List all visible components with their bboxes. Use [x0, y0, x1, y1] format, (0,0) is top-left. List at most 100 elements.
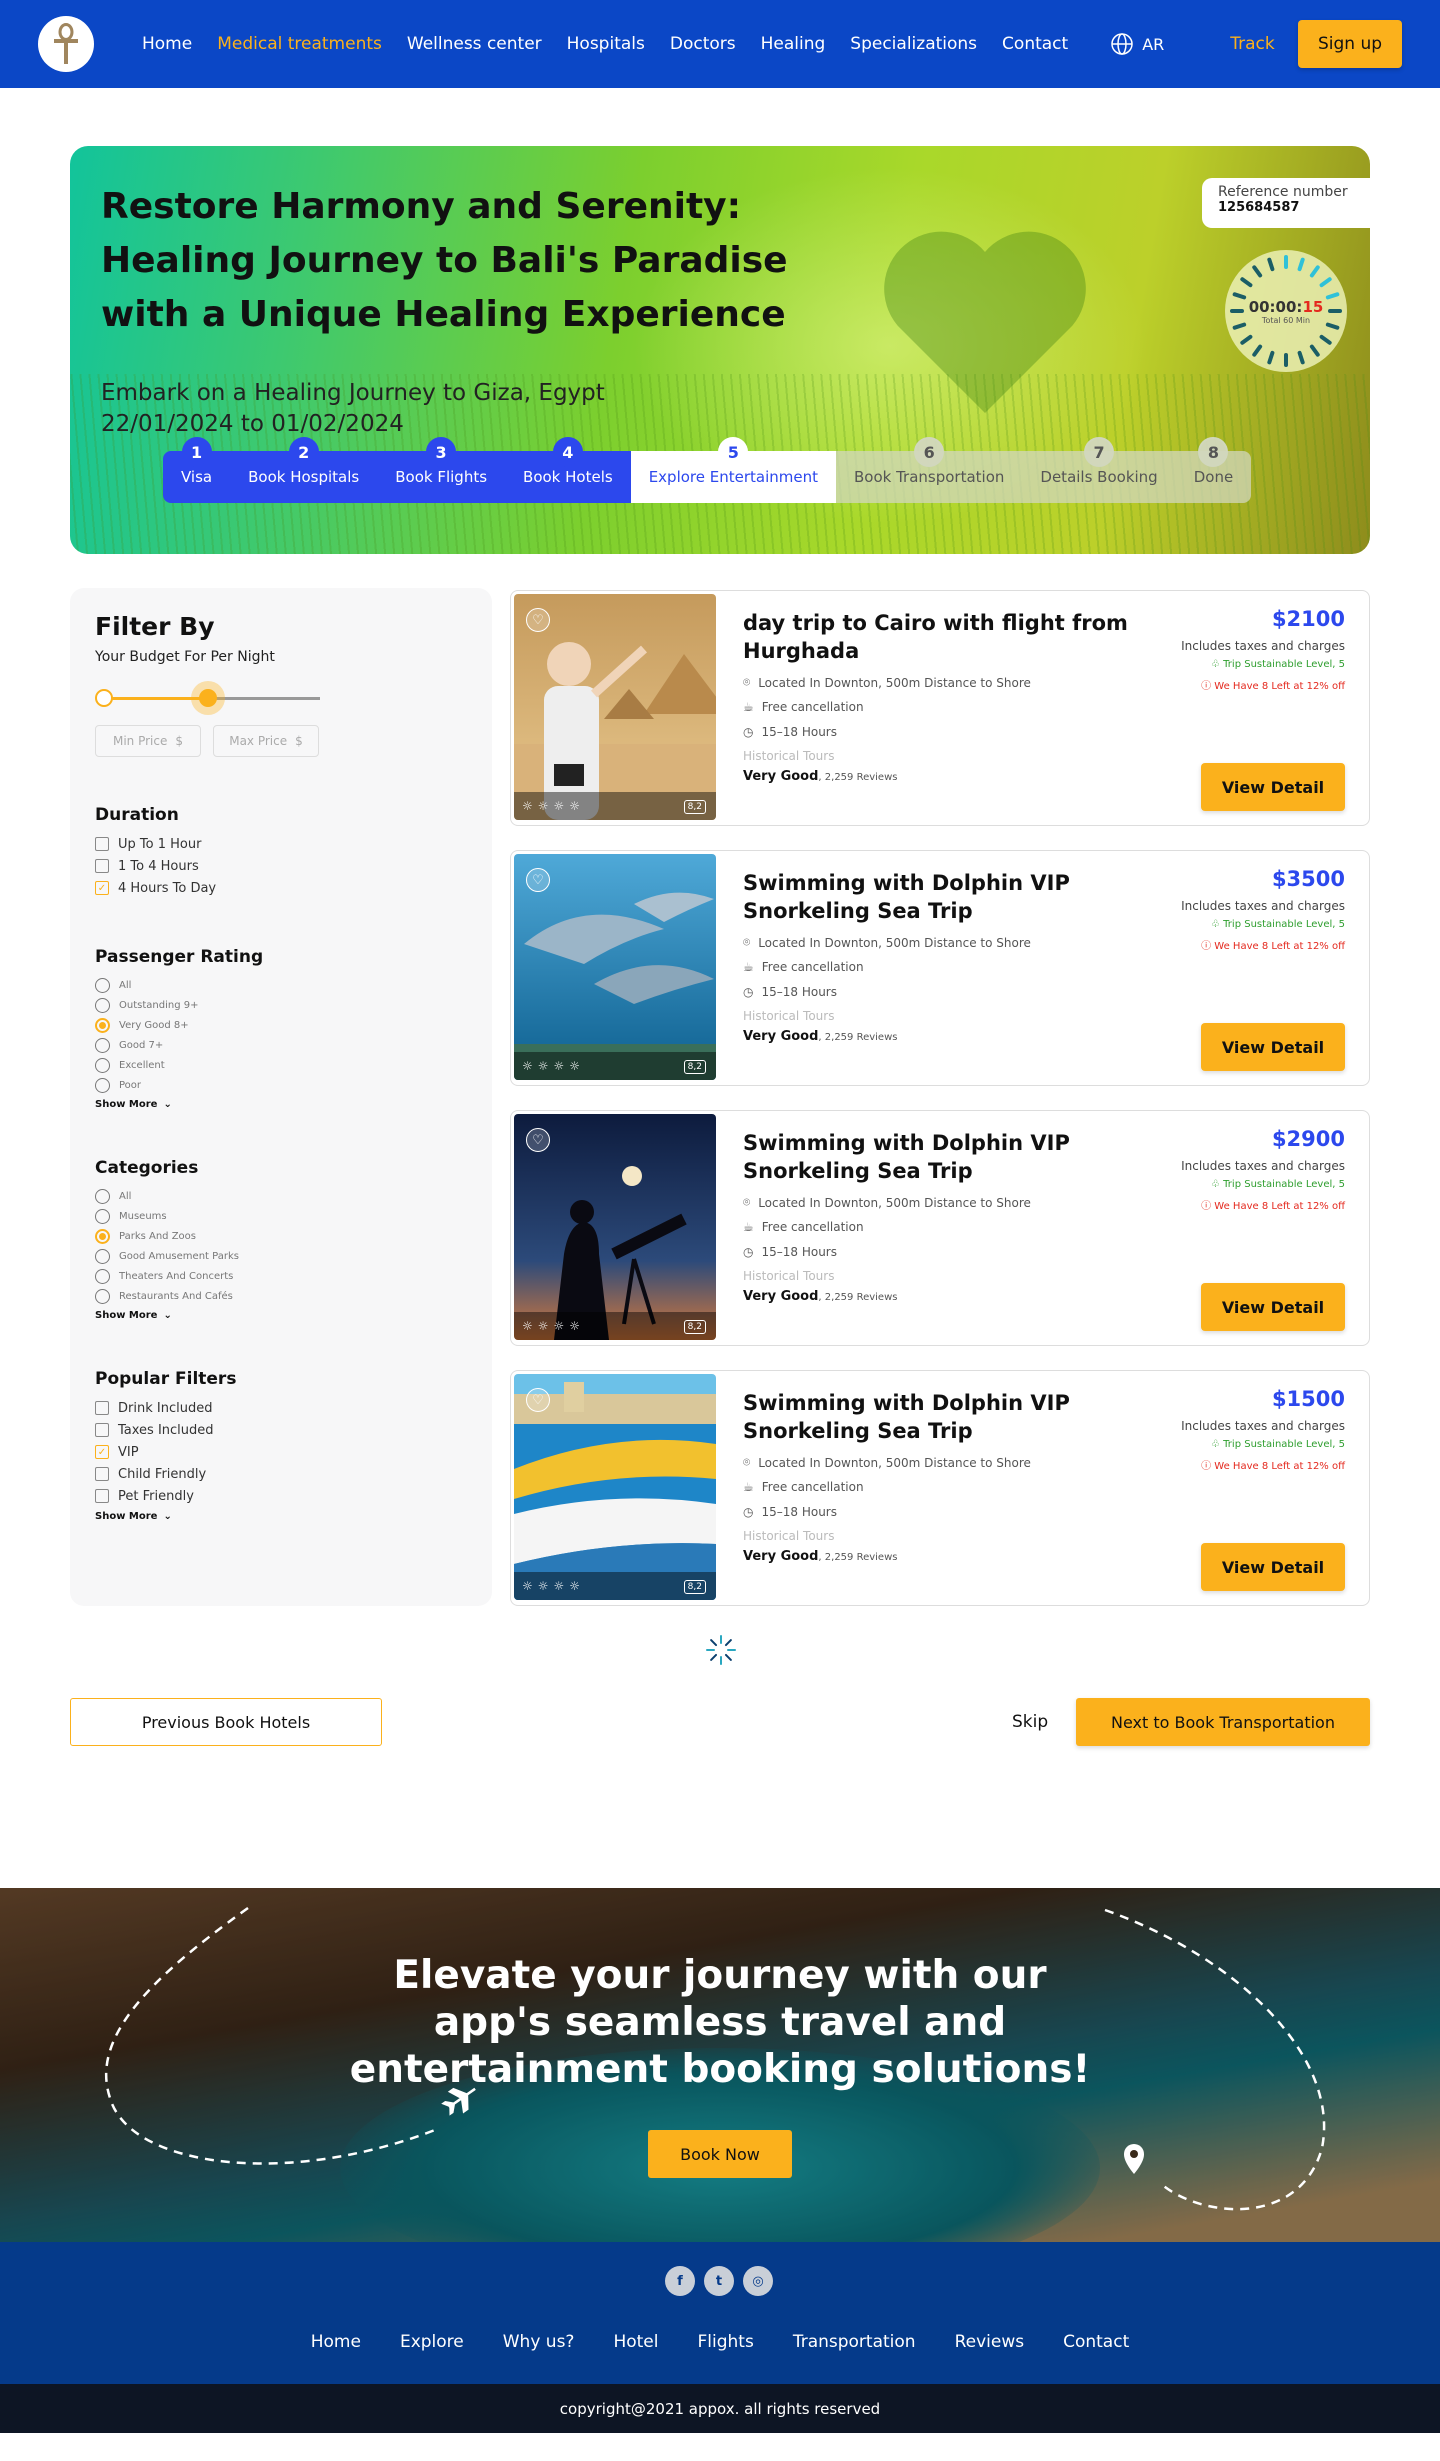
radio-button[interactable] [95, 977, 110, 993]
checkbox[interactable] [95, 837, 109, 851]
previous-step-button[interactable]: Previous Book Hotels [70, 1698, 382, 1746]
trip-image[interactable]: ♡ ☼ ☼ ☼ ☼ 8,2 [514, 854, 716, 1080]
filter-option-up-to-1-hour[interactable]: Up To 1 Hour [95, 833, 467, 855]
checkbox[interactable] [95, 859, 109, 873]
step-book-transportation[interactable]: 6 Book Transportation [835, 437, 1023, 503]
favorite-heart-icon[interactable]: ♡ [526, 1128, 550, 1152]
trip-card[interactable]: ♡ ☼ ☼ ☼ ☼ 8,2 day trip to Cairo with flight fr… [510, 590, 1370, 826]
trip-card[interactable]: ♡ ☼ ☼ ☼ ☼ 8,2 Swimming with Dolphin VIP Snorke… [510, 850, 1370, 1086]
ankh-logo[interactable] [38, 16, 94, 72]
radio-button[interactable] [95, 1017, 110, 1033]
filter-option-very-good-8[interactable]: Very Good 8+ [95, 1015, 467, 1035]
step-book-flights[interactable]: 3 Book Flights [377, 437, 506, 503]
radio-button[interactable] [95, 997, 110, 1013]
step-book-hotels[interactable]: 4 Book Hotels [505, 437, 631, 503]
view-detail-button[interactable]: View Detail [1201, 1283, 1345, 1331]
filter-option-all[interactable]: All [95, 975, 467, 995]
budget-range-slider[interactable] [95, 681, 320, 715]
nav-link-specializations[interactable]: Specializations [850, 34, 977, 54]
footer-link-hotel[interactable]: Hotel [613, 2332, 658, 2352]
step-details-booking[interactable]: 7 Details Booking [1022, 437, 1176, 503]
popular-show-more[interactable]: Show More ⌄ [95, 1511, 467, 1522]
trip-image[interactable]: ♡ ☼ ☼ ☼ ☼ 8,2 [514, 594, 716, 820]
favorite-heart-icon[interactable]: ♡ [526, 868, 550, 892]
step-explore-entertainment[interactable]: 5 Explore Entertainment [630, 437, 836, 503]
max-price-input[interactable]: Max Price $ [213, 725, 319, 757]
trip-title[interactable]: Swimming with Dolphin VIP Snorkeling Sea… [743, 1389, 1163, 1445]
radio-button[interactable] [95, 1037, 110, 1053]
filter-option-1-to-4-hours[interactable]: 1 To 4 Hours [95, 855, 467, 877]
footer-link-contact[interactable]: Contact [1063, 2332, 1129, 2352]
step-visa[interactable]: 1 Visa [163, 437, 231, 503]
filter-option-4-hours-to-day[interactable]: ✓ 4 Hours To Day [95, 877, 467, 899]
radio-button[interactable] [95, 1228, 110, 1244]
slider-min-handle[interactable] [95, 689, 113, 707]
nav-link-hospitals[interactable]: Hospitals [567, 34, 645, 54]
filter-option-good-amusement-parks[interactable]: Good Amusement Parks [95, 1246, 467, 1266]
checkbox[interactable]: ✓ [95, 1445, 109, 1459]
nav-link-contact[interactable]: Contact [1002, 34, 1068, 54]
radio-button[interactable] [95, 1188, 110, 1204]
trip-card[interactable]: ♡ ☼ ☼ ☼ ☼ 8,2 Swimming with Dolphin VIP Snorke… [510, 1370, 1370, 1606]
filter-option-parks-and-zoos[interactable]: Parks And Zoos [95, 1226, 467, 1246]
trip-title[interactable]: Swimming with Dolphin VIP Snorkeling Sea… [743, 1129, 1163, 1185]
trip-image[interactable]: ♡ ☼ ☼ ☼ ☼ 8,2 [514, 1114, 716, 1340]
trip-image[interactable]: ♡ ☼ ☼ ☼ ☼ 8,2 [514, 1374, 716, 1600]
filter-option-good-7[interactable]: Good 7+ [95, 1035, 467, 1055]
checkbox[interactable] [95, 1401, 109, 1415]
favorite-heart-icon[interactable]: ♡ [526, 608, 550, 632]
next-step-button[interactable]: Next to Book Transportation [1076, 1698, 1370, 1746]
view-detail-button[interactable]: View Detail [1201, 1543, 1345, 1591]
language-switch[interactable]: AR [1110, 32, 1164, 56]
footer-link-reviews[interactable]: Reviews [955, 2332, 1025, 2352]
filter-option-outstanding-9[interactable]: Outstanding 9+ [95, 995, 467, 1015]
instagram-icon[interactable]: ◎ [743, 2266, 773, 2296]
view-detail-button[interactable]: View Detail [1201, 1023, 1345, 1071]
nav-link-wellness-center[interactable]: Wellness center [407, 34, 542, 54]
step-book-hospitals[interactable]: 2 Book Hospitals [230, 437, 378, 503]
filter-option-child-friendly[interactable]: Child Friendly [95, 1463, 467, 1485]
nav-link-doctors[interactable]: Doctors [670, 34, 736, 54]
filter-option-all[interactable]: All [95, 1186, 467, 1206]
radio-button[interactable] [95, 1248, 110, 1264]
skip-button[interactable]: Skip [1012, 1712, 1048, 1732]
filter-option-taxes-included[interactable]: Taxes Included [95, 1419, 467, 1441]
nav-link-healing[interactable]: Healing [761, 34, 826, 54]
sign-up-button[interactable]: Sign up [1298, 20, 1402, 68]
book-now-button[interactable]: Book Now [648, 2130, 792, 2178]
twitter-icon[interactable]: t [704, 2266, 734, 2296]
radio-button[interactable] [95, 1077, 110, 1093]
footer-link-flights[interactable]: Flights [698, 2332, 754, 2352]
trip-title[interactable]: day trip to Cairo with flight from Hurgh… [743, 609, 1163, 665]
facebook-icon[interactable]: f [665, 2266, 695, 2296]
checkbox[interactable] [95, 1489, 109, 1503]
min-price-input[interactable]: Min Price $ [95, 725, 201, 757]
filter-option-excellent[interactable]: Excellent [95, 1055, 467, 1075]
checkbox[interactable] [95, 1467, 109, 1481]
trip-card[interactable]: ♡ ☼ ☼ ☼ ☼ 8,2 Swimming with Dolphin VIP Snorke… [510, 1110, 1370, 1346]
nav-link-medical-treatments[interactable]: Medical treatments [217, 34, 382, 54]
radio-button[interactable] [95, 1208, 110, 1224]
filter-option-restaurants-and-caf-s[interactable]: Restaurants And Cafés [95, 1286, 467, 1306]
filter-option-theaters-and-concerts[interactable]: Theaters And Concerts [95, 1266, 467, 1286]
categories-show-more[interactable]: Show More ⌄ [95, 1310, 467, 1321]
footer-link-home[interactable]: Home [311, 2332, 361, 2352]
footer-link-transportation[interactable]: Transportation [793, 2332, 916, 2352]
trip-title[interactable]: Swimming with Dolphin VIP Snorkeling Sea… [743, 869, 1163, 925]
checkbox[interactable]: ✓ [95, 881, 109, 895]
filter-option-vip[interactable]: ✓ VIP [95, 1441, 467, 1463]
track-link[interactable]: Track [1230, 34, 1274, 54]
step-done[interactable]: 8 Done [1175, 437, 1252, 503]
filter-option-poor[interactable]: Poor [95, 1075, 467, 1095]
favorite-heart-icon[interactable]: ♡ [526, 1388, 550, 1412]
footer-link-explore[interactable]: Explore [400, 2332, 464, 2352]
radio-button[interactable] [95, 1268, 110, 1284]
checkbox[interactable] [95, 1423, 109, 1437]
view-detail-button[interactable]: View Detail [1201, 763, 1345, 811]
filter-option-museums[interactable]: Museums [95, 1206, 467, 1226]
radio-button[interactable] [95, 1057, 110, 1073]
rating-show-more[interactable]: Show More ⌄ [95, 1099, 467, 1110]
slider-max-handle[interactable] [190, 681, 225, 715]
filter-option-drink-included[interactable]: Drink Included [95, 1397, 467, 1419]
footer-link-why-us[interactable]: Why us? [503, 2332, 575, 2352]
